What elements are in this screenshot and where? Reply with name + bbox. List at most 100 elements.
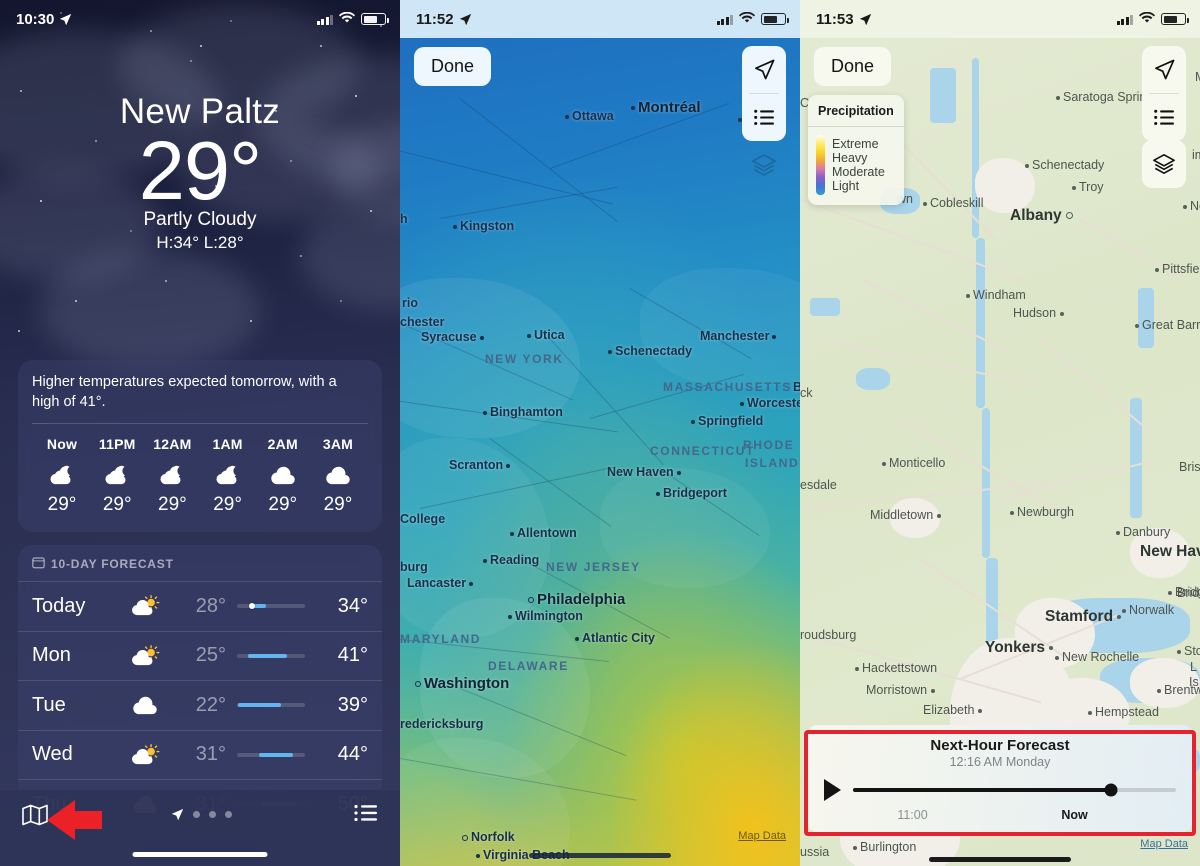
status-time: 11:53 [816, 11, 854, 28]
status-bar-3: 11:53 [800, 0, 1200, 38]
map-label: h [400, 212, 408, 226]
map-label: Norwalk [1122, 603, 1174, 617]
daily-forecast-row[interactable]: Mon 25° 41° [18, 631, 382, 681]
location-arrow-icon [859, 13, 872, 26]
wifi-icon [339, 11, 355, 28]
hourly-temp: 29° [37, 494, 87, 516]
hourly-list[interactable]: Now 29° 11PM 29° 12AM 29° 1AM 29° 2AM 29° 3AM… [32, 424, 368, 522]
home-indicator [929, 857, 1071, 862]
map-label-text: College [400, 512, 445, 526]
map-label: chester [400, 315, 444, 329]
map-label: Kingston [453, 219, 514, 233]
daily-forecast-row[interactable]: Wed 31° 44° [18, 730, 382, 780]
map-label-text: chester [400, 315, 444, 329]
star [320, 45, 322, 47]
cellular-signal-icon [1117, 14, 1134, 25]
map-label: burg [400, 560, 428, 574]
water-body [856, 368, 890, 390]
cellular-signal-icon [717, 14, 734, 25]
timeline-knob[interactable] [1105, 784, 1118, 797]
cloud-shape [40, 250, 260, 370]
map-controls-2[interactable] [742, 46, 786, 141]
timeline-tick-now: Now [987, 808, 1162, 822]
panel-weather-detail: 10:30 New Paltz 29° Partly Cloudy H:34° … [0, 0, 400, 866]
map-label: Ottawa [565, 109, 614, 123]
layers-button[interactable] [742, 141, 786, 188]
map-label-text: Montréal [638, 99, 701, 116]
map-label: L [1190, 660, 1197, 674]
map-label: Newburgh [1010, 505, 1074, 519]
map-line [440, 187, 617, 219]
hourly-time: 1AM [203, 436, 253, 452]
status-time: 10:30 [16, 11, 54, 28]
map-label: roudsburg [800, 628, 856, 642]
timeline-slider[interactable] [853, 788, 1176, 792]
map-label-text: Worcester [747, 396, 800, 410]
map-label: Middletown [870, 508, 941, 522]
hourly-item[interactable]: 11PM 29° [92, 436, 142, 516]
hourly-item[interactable]: 2AM 29° [258, 436, 308, 516]
map-label: RHODE [743, 438, 794, 452]
play-icon[interactable] [824, 779, 841, 801]
hourly-forecast-card[interactable]: Higher temperatures expected tomorrow, w… [18, 360, 382, 532]
hourly-item[interactable]: 12AM 29° [147, 436, 197, 516]
map-label-text: Pittsfiel [1162, 262, 1200, 276]
layers-button[interactable] [1142, 140, 1186, 188]
map-label: Norfolk [462, 830, 515, 844]
cloud-moon-icon [147, 458, 197, 492]
status-bar-2: 11:52 [400, 0, 800, 38]
star [340, 300, 342, 302]
map-label: Springfield [691, 414, 763, 428]
list-icon[interactable] [354, 804, 378, 827]
hourly-item[interactable]: 3AM 29° [313, 436, 363, 516]
map-label-text: MASSACHUSETTS [663, 380, 792, 394]
legend-level: Moderate [832, 165, 885, 179]
map-label: Syracuse [421, 330, 484, 344]
map-label: Burlington [853, 840, 916, 854]
map-label-text: Utica [534, 328, 565, 342]
map-label-text: Scranton [449, 458, 503, 472]
map-label-text: Ottawa [572, 109, 614, 123]
map-label: im [1192, 148, 1200, 162]
daily-day: Today [32, 595, 116, 618]
map-label: redericksburg [400, 717, 483, 731]
water-body [982, 408, 990, 558]
map-data-link[interactable]: Map Data [1140, 838, 1188, 850]
next-hour-forecast-card[interactable]: Next-Hour Forecast 12:16 AM Monday 11:00… [808, 725, 1192, 832]
daily-forecast-row[interactable]: Tue 22° 39° [18, 680, 382, 730]
map-label-text: Norfolk [471, 830, 515, 844]
legend-level: Extreme [832, 137, 885, 151]
done-button[interactable]: Done [814, 47, 891, 86]
map-label: ISLAND [745, 456, 799, 470]
map-label-text: Atlantic City [582, 631, 655, 645]
map-label: rio [402, 296, 418, 310]
map-controls-3[interactable] [1142, 46, 1186, 141]
map-label-text: Binghamton [490, 405, 563, 419]
hourly-item[interactable]: Now 29° [37, 436, 87, 516]
locate-me-button[interactable] [742, 46, 786, 93]
page-dot[interactable] [193, 811, 200, 818]
map-label: Albany [1010, 207, 1073, 225]
map-label: Hackettstown [855, 661, 937, 675]
list-button[interactable] [742, 94, 786, 141]
daily-forecast-row[interactable]: Today 28° 34° [18, 581, 382, 631]
map-label-text: Manchester [700, 329, 769, 343]
page-dot[interactable] [209, 811, 216, 818]
map-label: ck [800, 386, 813, 400]
wifi-icon [739, 11, 755, 28]
hourly-item[interactable]: 1AM 29° [203, 436, 253, 516]
map-label-text: Cobleskill [930, 196, 984, 210]
temperature-map-canvas[interactable]: OttawaMontréalShhKingstonriochesterSyrac… [400, 38, 800, 866]
map-label-text: Monticello [889, 456, 945, 470]
done-button[interactable]: Done [414, 47, 491, 86]
map-label-text: Philadelphia [537, 591, 625, 608]
map-data-link[interactable]: Map Data [738, 830, 786, 842]
annotation-red-arrow [45, 798, 103, 847]
page-indicator[interactable] [171, 804, 232, 821]
hourly-temp: 29° [258, 494, 308, 516]
list-button[interactable] [1142, 94, 1186, 141]
current-temp-dot [249, 603, 255, 609]
page-dot[interactable] [225, 811, 232, 818]
high-low-temps: H:34° L:28° [0, 233, 400, 253]
locate-me-button[interactable] [1142, 46, 1186, 93]
